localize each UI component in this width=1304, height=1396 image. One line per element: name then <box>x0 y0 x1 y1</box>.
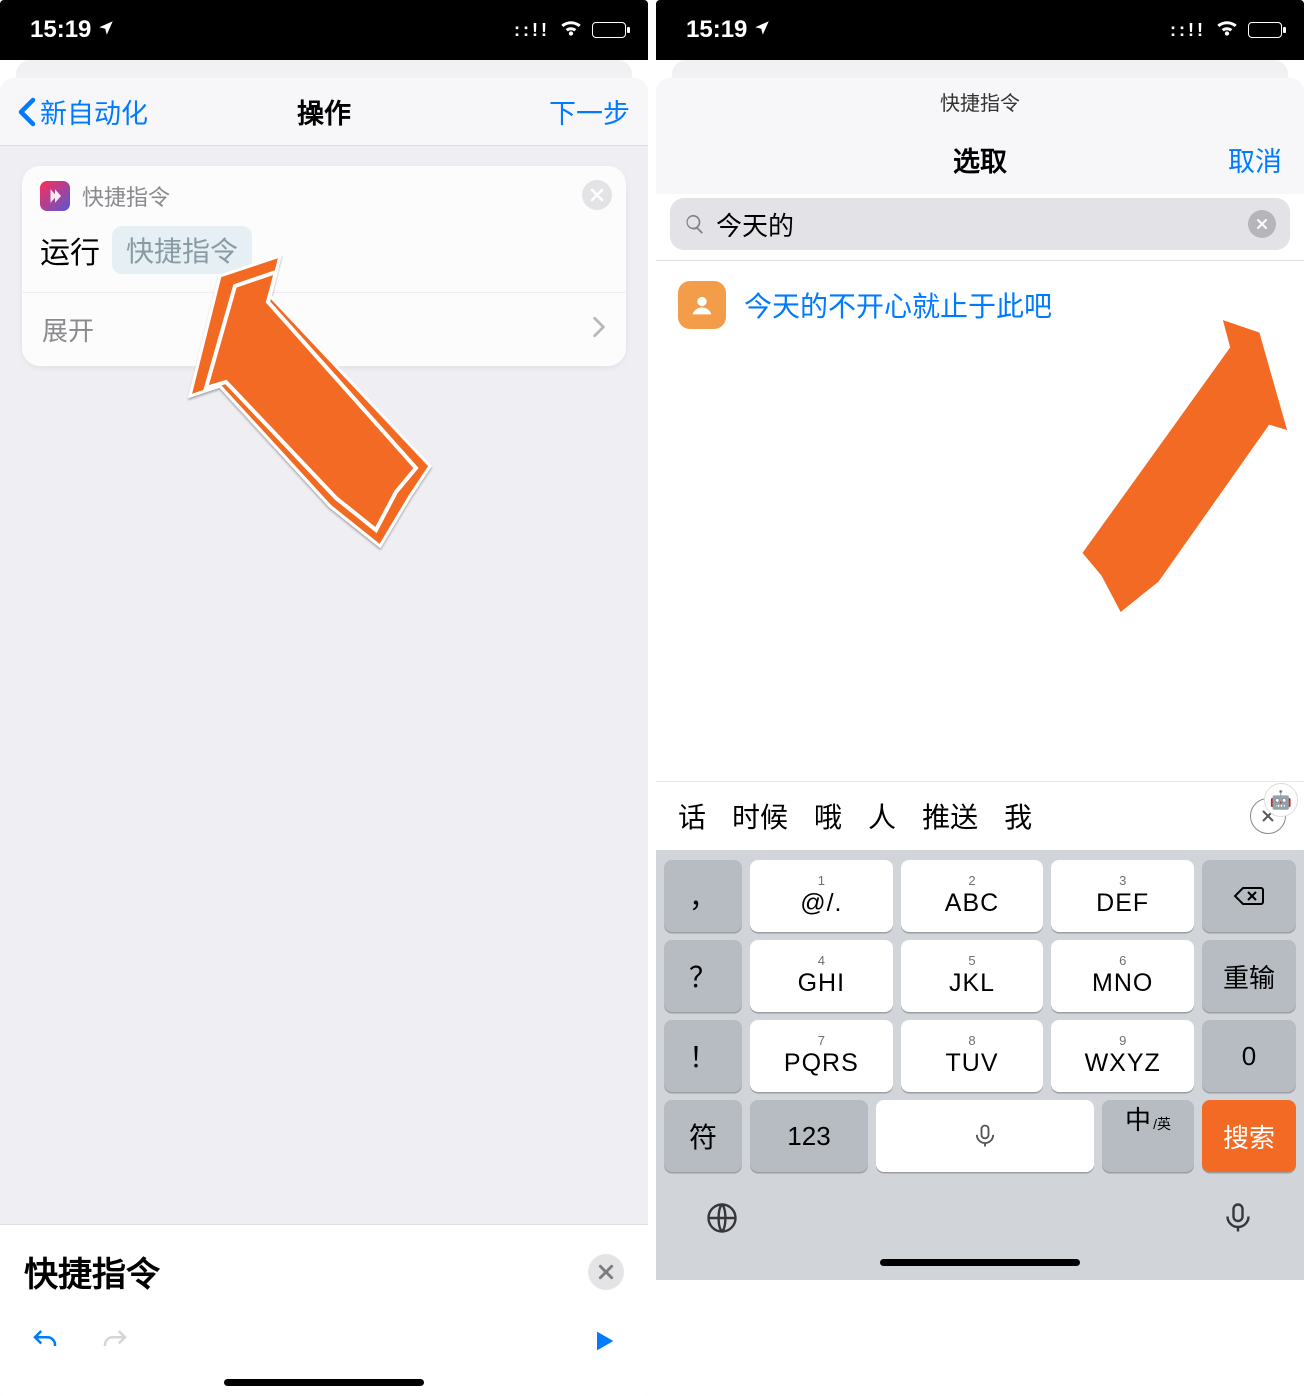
shortcut-result-icon <box>678 281 726 329</box>
run-label: 运行 <box>40 228 100 272</box>
phone-left: 15:19 ::!! 新自动化 操作 下一步 快捷指令 <box>0 0 648 1396</box>
clear-input-button[interactable] <box>1248 210 1276 238</box>
picker-nav: 选取 取消 <box>656 124 1304 194</box>
status-time: 15:19 <box>30 16 91 44</box>
battery-icon <box>592 22 626 38</box>
candidate-item[interactable]: 时候 <box>732 796 788 836</box>
clear-search-button[interactable] <box>588 1254 624 1290</box>
globe-icon[interactable] <box>704 1200 740 1241</box>
key-5[interactable]: 5JKL <box>901 940 1044 1012</box>
shortcut-param-pill[interactable]: 快捷指令 <box>112 226 252 274</box>
key-question[interactable]: ？ <box>664 940 742 1012</box>
signal-icon: ::!! <box>1170 20 1206 41</box>
candidate-item[interactable]: 人 <box>868 796 896 836</box>
key-ime-switch[interactable]: 中/英 <box>1102 1100 1194 1172</box>
remove-action-button[interactable] <box>582 180 612 210</box>
location-icon <box>753 16 771 44</box>
key-search[interactable]: 搜索 <box>1202 1100 1296 1172</box>
results-area: 今天的不开心就止于此吧 🤖 <box>656 261 1304 781</box>
candidate-item[interactable]: 我 <box>1004 796 1032 836</box>
key-2[interactable]: 2ABC <box>901 860 1044 932</box>
run-button[interactable] <box>590 1327 618 1360</box>
battery-icon <box>1248 22 1282 38</box>
action-app-label: 快捷指令 <box>82 180 170 212</box>
shortcut-result-label: 今天的不开心就止于此吧 <box>744 285 1052 325</box>
key-zero[interactable]: 0 <box>1202 1020 1296 1092</box>
wifi-icon <box>558 14 584 47</box>
undo-button[interactable] <box>30 1326 60 1361</box>
key-space[interactable] <box>876 1100 1094 1172</box>
candidate-item[interactable]: 话 <box>678 796 706 836</box>
status-bar: 15:19 ::!! <box>656 0 1304 60</box>
status-time: 15:19 <box>686 16 747 44</box>
shortcut-result-row[interactable]: 今天的不开心就止于此吧 <box>656 261 1304 349</box>
back-label: 新自动化 <box>40 92 148 131</box>
candidate-item[interactable]: 哦 <box>814 796 842 836</box>
key-exclaim[interactable]: ！ <box>664 1020 742 1092</box>
microphone-icon[interactable] <box>1220 1200 1256 1241</box>
home-indicator <box>880 1259 1080 1266</box>
search-field[interactable]: 今天的 <box>670 198 1290 250</box>
action-card[interactable]: 快捷指令 运行 快捷指令 展开 <box>22 166 626 366</box>
phone-right: 15:19 ::!! 快捷指令 选取 取消 今天的 今天的不开心 <box>656 0 1304 1396</box>
key-retype[interactable]: 重输 <box>1202 940 1296 1012</box>
keyboard: ， 1@/. 2ABC 3DEF ？ 4GHI 5JKL 6MNO 重输 ！ 7… <box>656 850 1304 1280</box>
next-button[interactable]: 下一步 <box>549 92 630 131</box>
key-3[interactable]: 3DEF <box>1051 860 1194 932</box>
home-indicator <box>224 1379 424 1386</box>
key-numeric[interactable]: 123 <box>750 1100 868 1172</box>
search-text[interactable]: 快捷指令 <box>24 1247 160 1296</box>
status-bar: 15:19 ::!! <box>0 0 648 60</box>
card-stack-peek <box>672 60 1288 78</box>
candidate-item[interactable]: 推送 <box>922 796 978 836</box>
add-action-button[interactable] <box>292 392 356 456</box>
key-backspace[interactable] <box>1202 860 1296 932</box>
expand-label: 展开 <box>42 311 94 348</box>
key-8[interactable]: 8TUV <box>901 1020 1044 1092</box>
signal-icon: ::!! <box>514 20 550 41</box>
back-button[interactable]: 新自动化 <box>18 92 148 131</box>
key-4[interactable]: 4GHI <box>750 940 893 1012</box>
key-7[interactable]: 7PQRS <box>750 1020 893 1092</box>
picker-title: 选取 <box>656 140 1304 179</box>
action-search-panel: 快捷指令 <box>0 1224 648 1396</box>
redo-button[interactable] <box>100 1326 130 1361</box>
content-area: 快捷指令 运行 快捷指令 展开 <box>0 146 648 1396</box>
ime-candidate-row: 话 时候 哦 人 推送 我 <box>656 781 1304 850</box>
shortcuts-app-icon <box>40 181 70 211</box>
key-comma[interactable]: ， <box>664 860 742 932</box>
key-9[interactable]: 9WXYZ <box>1051 1020 1194 1092</box>
wifi-icon <box>1214 14 1240 47</box>
key-6[interactable]: 6MNO <box>1051 940 1194 1012</box>
key-1[interactable]: 1@/. <box>750 860 893 932</box>
location-icon <box>97 16 115 44</box>
emoji-badge-icon: 🤖 <box>1264 783 1298 817</box>
app-name-label: 快捷指令 <box>656 78 1304 124</box>
key-symbols[interactable]: 符 <box>664 1100 742 1172</box>
microphone-icon <box>971 1122 999 1150</box>
chevron-right-icon <box>592 314 606 345</box>
expand-row[interactable]: 展开 <box>22 292 626 366</box>
search-icon <box>684 213 706 235</box>
card-stack-peek <box>16 60 632 78</box>
nav-bar: 新自动化 操作 下一步 <box>0 78 648 146</box>
search-input-value[interactable]: 今天的 <box>716 206 1238 243</box>
